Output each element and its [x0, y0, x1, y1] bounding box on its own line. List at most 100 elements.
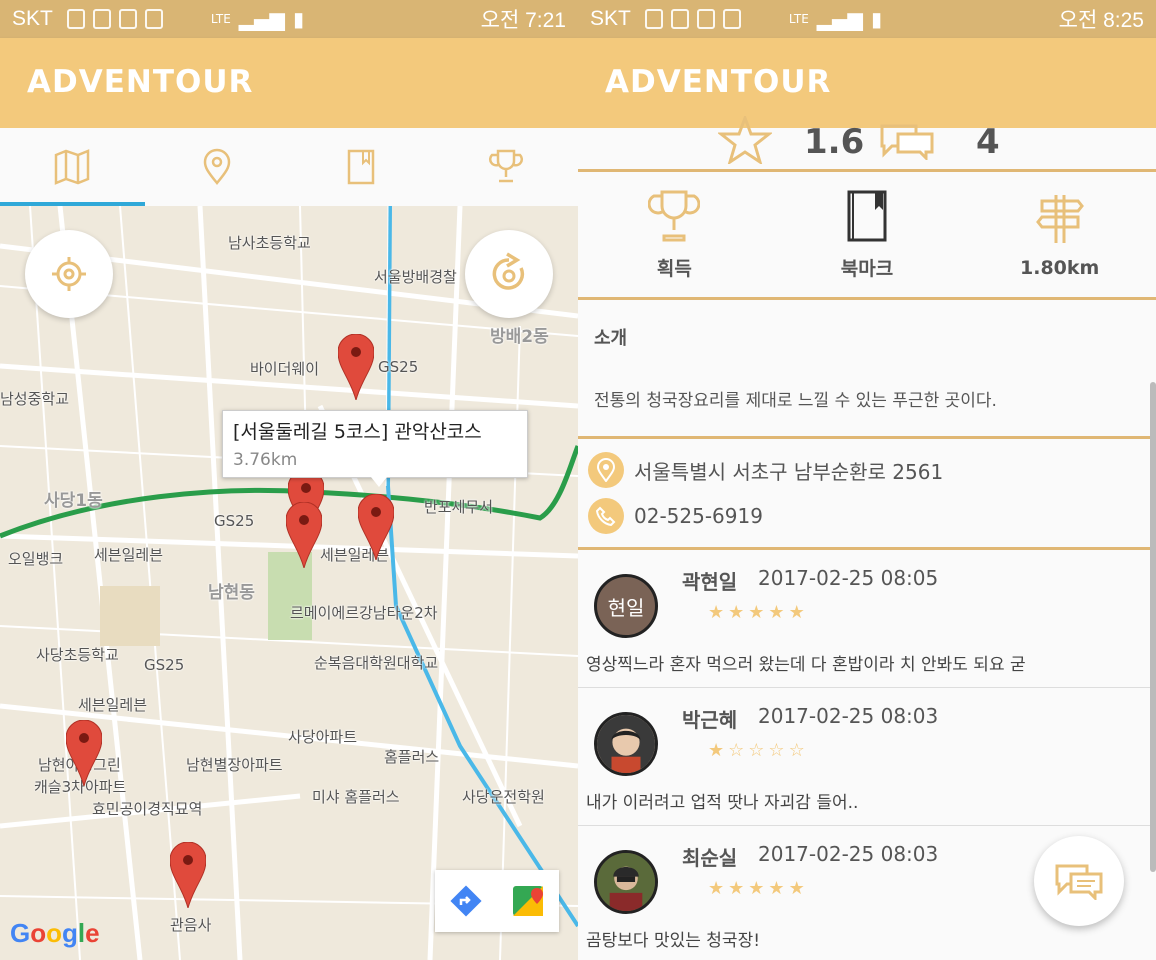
tab-location[interactable]: [145, 128, 290, 206]
clock: 오전 7:21: [480, 9, 566, 32]
address-row[interactable]: 서울특별시 서초구 남부순환로 2561: [588, 447, 1146, 493]
map-view[interactable]: 남사초등학교 서울방배경찰 방배2동 바이더웨이 GS25 남성중학교 사당1동…: [0, 206, 578, 960]
distance-cell: 1.80km: [963, 172, 1156, 297]
app-bar: ADVENTOUR: [0, 38, 578, 128]
map-label: 반포세무서: [424, 498, 494, 516]
reviewer-name: 최순실: [682, 846, 738, 870]
network-type: LTE: [788, 12, 809, 26]
battery-icon: ▮: [870, 7, 882, 31]
scrollbar[interactable]: [1150, 382, 1156, 872]
place-detail: 1.6 4 획득 북마크 1.80km 소개 전통의 청국장요리를 제대로 느낄…: [578, 116, 1156, 960]
map-label: 사당아파트: [288, 728, 358, 746]
map-label: 바이더웨이: [250, 360, 320, 378]
map-label: 순복음대학원대학교: [314, 654, 439, 672]
map-label: 홈플러스: [384, 748, 440, 766]
avatar: [594, 712, 658, 776]
signal-icon: ▂▄▆: [816, 7, 863, 31]
map-label: GS25: [378, 358, 419, 376]
review-body: 내가 이러려고 업적 땃나 자괴감 들어..: [586, 793, 859, 813]
star-filled-icon: ★: [748, 602, 769, 623]
chat-bubble-icon: [1055, 864, 1103, 900]
star-filled-icon: ★: [788, 878, 809, 899]
directions-icon: [450, 885, 482, 917]
clock: 오전 8:25: [1058, 9, 1144, 32]
app-title: ADVENTOUR: [605, 64, 832, 100]
trophy-icon: [648, 190, 701, 242]
rating-row: 1.6 4: [578, 116, 1156, 172]
star-empty-icon: ☆: [728, 740, 749, 761]
map-marker[interactable]: [358, 494, 394, 560]
google-logo: Google: [10, 918, 100, 948]
tab-map[interactable]: [0, 128, 145, 206]
map-label: 방배2동: [490, 327, 549, 347]
star-empty-icon: ☆: [748, 740, 769, 761]
signpost-icon: [1035, 194, 1084, 243]
status-icons: LTE ▂▄▆ ▮: [644, 7, 1059, 31]
review-date: 2017-02-25 08:03: [758, 842, 939, 866]
tab-bookmark[interactable]: [289, 128, 434, 206]
notification-icon: [66, 9, 85, 29]
usb-icon: [670, 9, 689, 29]
trophy-icon: [488, 149, 523, 183]
phone-row[interactable]: 02-525-6919: [588, 493, 1146, 539]
location-icon: [588, 452, 624, 488]
app-title: ADVENTOUR: [27, 64, 254, 100]
star-rating: ★★★★★: [708, 878, 809, 899]
star-empty-icon: ☆: [788, 740, 809, 761]
map-label: 남사초등학교: [228, 234, 311, 252]
star-filled-icon: ★: [768, 602, 789, 623]
status-bar: SKT LTE ▂▄▆ ▮ 오전 8:25: [578, 0, 1156, 38]
reviewer-name: 박근혜: [682, 708, 738, 732]
distance-label: 1.80km: [1020, 256, 1100, 279]
carrier-label: SKT: [590, 7, 631, 30]
avatar: [594, 850, 658, 914]
signal-icon: ▂▄▆: [238, 7, 285, 31]
network-type: LTE: [210, 12, 231, 26]
map-label: 서울방배경찰: [374, 268, 457, 286]
map-marker[interactable]: [66, 720, 102, 786]
map-base: [0, 206, 578, 960]
chat-bubble-icon: [880, 124, 934, 160]
star-filled-icon: ★: [788, 602, 809, 623]
review-date: 2017-02-25 08:03: [758, 704, 939, 728]
status-icons: LTE ▂▄▆ ▮: [66, 7, 481, 31]
bookmark-cell[interactable]: 북마크: [771, 172, 964, 297]
map-label: 사당1동: [44, 491, 103, 511]
directions-button[interactable]: [435, 870, 497, 932]
map-screen: SKT LTE ▂▄▆ ▮ 오전 7:21 ADVENTOUR 남사초등학교 서…: [0, 0, 578, 960]
star-rating: ★☆☆☆☆: [708, 740, 809, 761]
video-icon: [696, 9, 715, 29]
review-item: 현일 곽현일 2017-02-25 08:05 ★★★★★ 영상찍느라 혼자 먹…: [578, 550, 1156, 688]
acquire-cell[interactable]: 획득: [578, 172, 771, 297]
open-maps-button[interactable]: [497, 870, 559, 932]
map-label: GS25: [214, 512, 255, 530]
map-label: 남현동: [208, 583, 255, 603]
map-label: 관음사: [170, 916, 212, 934]
map-label: 남현별장아파트: [186, 756, 283, 774]
map-label: 오일뱅크: [8, 550, 64, 568]
write-comment-button[interactable]: [1034, 836, 1124, 926]
review-item: 박근혜 2017-02-25 08:03 ★☆☆☆☆ 내가 이러려고 업적 땃나…: [578, 688, 1156, 826]
tab-trophy[interactable]: [434, 128, 579, 206]
review-body: 곰탕보다 맛있는 청국장!: [586, 931, 761, 951]
star-filled-icon: ★: [728, 878, 749, 899]
marker-info-window[interactable]: [서울둘레길 5코스] 관악산코스 3.76km: [222, 410, 528, 487]
rating-value: 1.6: [804, 122, 865, 162]
map-label: 효민공이경직묘역: [92, 800, 203, 818]
usb-icon: [92, 9, 111, 29]
map-marker[interactable]: [286, 502, 322, 568]
map-label: 남성중학교: [0, 390, 70, 408]
my-location-button[interactable]: [25, 230, 113, 318]
crosshair-icon: [52, 257, 86, 291]
map-marker[interactable]: [338, 334, 374, 400]
app-bar: ADVENTOUR: [578, 38, 1156, 128]
review-date: 2017-02-25 08:05: [758, 566, 939, 590]
phone-text: 02-525-6919: [634, 504, 763, 528]
bookmark-book-icon: [847, 190, 887, 242]
map-label: 세븐일레븐: [78, 696, 148, 714]
map-label: 르메이에르강남타운2차: [290, 604, 438, 622]
intro-text: 전통의 청국장요리를 제대로 느낄 수 있는 푸근한 곳이다.: [594, 391, 997, 411]
refresh-button[interactable]: [465, 230, 553, 318]
map-marker[interactable]: [170, 842, 206, 908]
detail-screen: SKT LTE ▂▄▆ ▮ 오전 8:25 ADVENTOUR 1.6 4 획득: [578, 0, 1156, 960]
